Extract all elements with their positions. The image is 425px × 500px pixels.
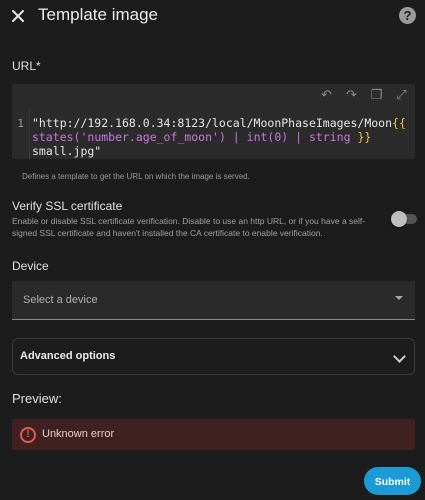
dialog-title: Template image <box>38 5 159 24</box>
device-select[interactable]: Select a device <box>12 281 415 320</box>
url-hint: Defines a template to get the URL on whi… <box>22 172 250 181</box>
preview-label: Preview: <box>12 391 62 406</box>
line-number: 1 <box>12 110 30 159</box>
code-url-literal: "http://192.168.0.34:8123/local/MoonPhas… <box>32 116 393 130</box>
advanced-options-expander[interactable]: Advanced options <box>12 338 415 375</box>
ssl-toggle[interactable] <box>391 211 407 227</box>
code-close-brace: }} <box>357 130 372 144</box>
ssl-title: Verify SSL certificate <box>12 199 123 213</box>
error-icon: ! <box>20 427 36 443</box>
fullscreen-icon[interactable]: ⤢ <box>394 87 409 102</box>
code-text[interactable]: "http://192.168.0.34:8123/local/MoonPhas… <box>32 116 412 158</box>
url-template-editor[interactable]: ↶ ↷ ❐ ⤢ 1 "http://192.168.0.34:8123/loca… <box>12 84 415 159</box>
copy-icon[interactable]: ❐ <box>369 87 384 102</box>
help-icon[interactable]: ? <box>399 7 416 24</box>
code-open-brace: {{ <box>392 116 406 130</box>
dialog-header: Template image ? <box>0 0 425 32</box>
advanced-options-label: Advanced options <box>20 350 116 362</box>
error-alert: ! Unknown error <box>12 419 415 450</box>
device-placeholder: Select a device <box>23 294 98 306</box>
redo-icon[interactable]: ↷ <box>344 87 359 102</box>
dropdown-arrow-icon <box>395 296 403 300</box>
url-label: URL* <box>12 59 41 73</box>
device-label: Device <box>12 259 49 273</box>
submit-button[interactable]: Submit <box>364 467 421 495</box>
undo-icon[interactable]: ↶ <box>319 87 334 102</box>
code-filters: ) | int(0) | string <box>218 130 358 144</box>
error-message: Unknown error <box>42 428 115 440</box>
close-icon[interactable] <box>10 8 26 24</box>
code-suffix: small.jpg" <box>32 144 102 158</box>
editor-toolbar: ↶ ↷ ❐ ⤢ <box>319 87 409 105</box>
ssl-description: Enable or disable SSL certificate verifi… <box>12 216 366 238</box>
chevron-down-icon <box>393 350 406 363</box>
code-entity: 'number.age_of_moon' <box>80 130 219 144</box>
code-function: states( <box>32 130 81 144</box>
